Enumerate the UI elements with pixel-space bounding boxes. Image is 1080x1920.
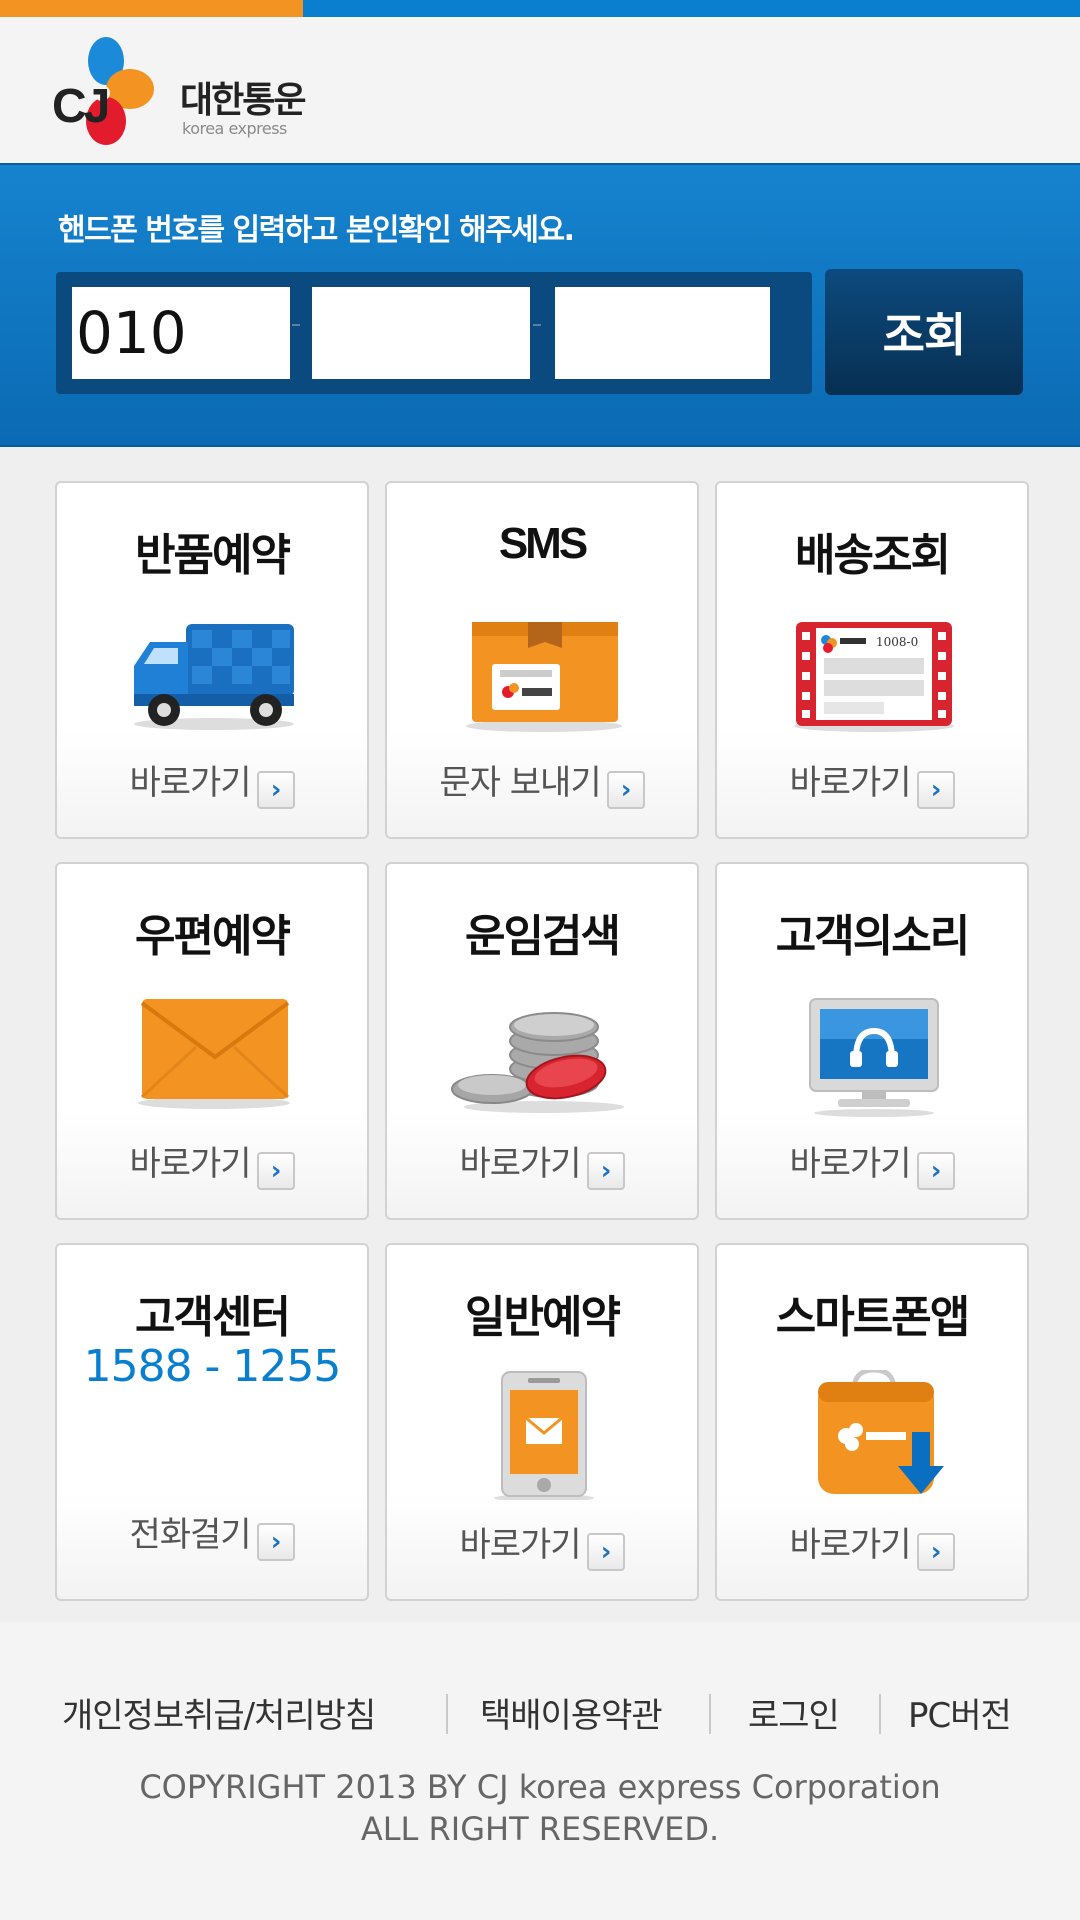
mobile-envelope-icon <box>494 1371 594 1500</box>
tile-link[interactable]: 바로가기 › <box>57 1136 367 1190</box>
app-shopping-bag-icon <box>818 1370 944 1494</box>
tile-link[interactable]: 전화걸기 › <box>57 1507 367 1561</box>
link-separator <box>879 1694 881 1734</box>
chevron-right-icon[interactable]: › <box>256 771 295 809</box>
lookup-prompt: 핸드폰 번호를 입력하고 본인확인 해주세요. <box>58 213 575 248</box>
tile-link[interactable]: 바로가기 › <box>717 1517 1027 1571</box>
tile-link[interactable]: 바로가기 › <box>717 755 1027 809</box>
dash-divider <box>292 324 300 326</box>
tile-title: 일반예약 <box>465 1292 621 1343</box>
tile-return-reservation[interactable]: 반품예약 바로가기 › <box>55 481 369 839</box>
ticket-number: 1008-0 <box>876 635 918 649</box>
tile-title: 반품예약 <box>135 530 291 581</box>
chevron-right-icon[interactable]: › <box>256 1152 295 1190</box>
tile-link-label: 바로가기 <box>789 1144 911 1184</box>
tile-link-label: 바로가기 <box>459 1525 581 1565</box>
phone-input-group <box>56 272 812 394</box>
tile-title: 고객센터 <box>135 1292 291 1343</box>
tile-title: 운임검색 <box>465 911 621 962</box>
customer-center-phone[interactable]: 1588 - 1255 <box>57 1341 367 1392</box>
footer: 개인정보취급/처리방침 택배이용약관 로그인 PC버전 COPYRIGHT 20… <box>0 1622 1080 1920</box>
tile-fare-search[interactable]: 운임검색 바로가기 › <box>385 862 699 1220</box>
tile-link-label: 바로가기 <box>789 763 911 803</box>
login-link[interactable]: 로그인 <box>748 1688 840 1737</box>
tile-smartphone-app[interactable]: 스마트폰앱 바로가기 › <box>715 1243 1029 1601</box>
link-separator <box>709 1694 711 1734</box>
tile-title: 배송조회 <box>795 530 951 581</box>
envelope-icon <box>138 999 290 1109</box>
chevron-right-icon[interactable]: › <box>916 1533 955 1571</box>
chevron-right-icon[interactable]: › <box>606 771 645 809</box>
logo-mark: CJ <box>52 80 110 133</box>
tile-link[interactable]: 문자 보내기 › <box>387 755 697 809</box>
coins-icon <box>451 1012 624 1113</box>
tile-link[interactable]: 바로가기 › <box>717 1136 1027 1190</box>
tile-link[interactable]: 바로가기 › <box>57 755 367 809</box>
chevron-right-icon[interactable]: › <box>916 1152 955 1190</box>
copyright: COPYRIGHT 2013 BY CJ korea express Corpo… <box>0 1766 1080 1850</box>
lookup-button[interactable]: 조회 <box>825 269 1023 395</box>
tile-link-label: 바로가기 <box>459 1144 581 1184</box>
monitor-headset-icon <box>809 998 939 1117</box>
tile-link-label: 바로가기 <box>129 1144 251 1184</box>
tile-title: 우편예약 <box>135 911 291 962</box>
phone-last-field[interactable] <box>555 287 770 379</box>
tile-mail-reservation[interactable]: 우편예약 바로가기 › <box>55 862 369 1220</box>
phone-prefix-field[interactable] <box>72 287 290 379</box>
dash-divider <box>533 324 541 326</box>
cj-logo[interactable]: CJ 대한통운 korea express <box>50 31 320 151</box>
privacy-policy-link[interactable]: 개인정보취급/처리방침 <box>62 1688 376 1737</box>
tile-title: 고객의소리 <box>775 911 970 962</box>
logo-english: korea express <box>182 119 287 138</box>
chevron-right-icon[interactable]: › <box>916 771 955 809</box>
chevron-right-icon[interactable]: › <box>586 1533 625 1571</box>
menu-grid: 반품예약 바로가기 › SMS 문자 보내기 › 배송조회 1008-0 바로가… <box>0 447 1080 1622</box>
tile-link[interactable]: 바로가기 › <box>387 1517 697 1571</box>
tile-customer-voice[interactable]: 고객의소리 바로가기 › <box>715 862 1029 1220</box>
chevron-right-icon[interactable]: › <box>586 1152 625 1190</box>
phone-middle-field[interactable] <box>312 287 530 379</box>
tile-link-label: 바로가기 <box>129 763 251 803</box>
footer-links: 개인정보취급/처리방침 택배이용약관 로그인 PC버전 <box>0 1688 1080 1738</box>
delivery-terms-link[interactable]: 택배이용약관 <box>480 1688 663 1737</box>
link-separator <box>446 1694 448 1734</box>
pc-version-link[interactable]: PC버전 <box>908 1688 1012 1737</box>
tile-customer-center[interactable]: 고객센터 1588 - 1255 전화걸기 › <box>55 1243 369 1601</box>
tile-sms[interactable]: SMS 문자 보내기 › <box>385 481 699 839</box>
tile-delivery-tracking[interactable]: 배송조회 1008-0 바로가기 › <box>715 481 1029 839</box>
tracking-ticket-icon: 1008-0 <box>794 622 954 732</box>
delivery-truck-icon <box>134 624 294 730</box>
parcel-box-icon <box>466 622 622 732</box>
chevron-right-icon[interactable]: › <box>256 1523 295 1561</box>
tile-general-reservation[interactable]: 일반예약 바로가기 › <box>385 1243 699 1601</box>
tile-title: SMS <box>498 519 588 568</box>
tile-link-label: 바로가기 <box>789 1525 911 1565</box>
copyright-line-2: ALL RIGHT RESERVED. <box>360 1810 720 1848</box>
top-color-bar <box>0 0 1080 17</box>
tile-link-label: 문자 보내기 <box>439 763 601 803</box>
copyright-line-1: COPYRIGHT 2013 BY CJ korea express Corpo… <box>139 1768 941 1806</box>
tile-title: 스마트폰앱 <box>775 1292 970 1343</box>
tile-link[interactable]: 바로가기 › <box>387 1136 697 1190</box>
header: CJ 대한통운 korea express <box>0 17 1080 165</box>
top-accent-bar <box>0 0 303 17</box>
logo-korean: 대한통운 <box>180 80 306 121</box>
tile-link-label: 전화걸기 <box>129 1515 251 1555</box>
phone-lookup-panel: 핸드폰 번호를 입력하고 본인확인 해주세요. 조회 <box>0 165 1080 447</box>
